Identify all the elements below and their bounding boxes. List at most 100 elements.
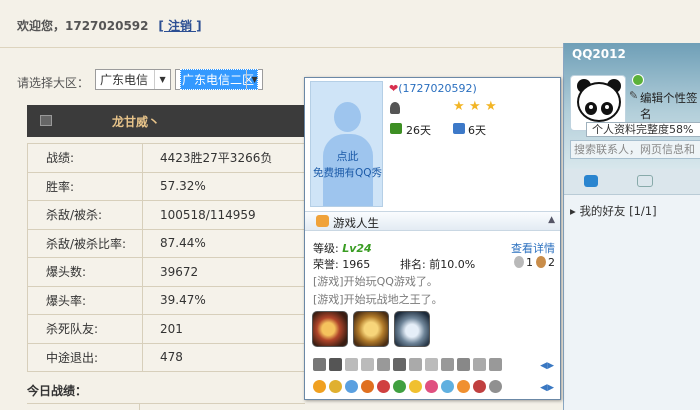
- app-badge-icon[interactable]: [425, 380, 438, 393]
- expand-arrow-icon: ▸: [570, 204, 576, 218]
- qq-show-text-1: 点此: [336, 150, 359, 163]
- app-badge-icon[interactable]: [489, 380, 502, 393]
- rank-row: 排名: 前10.0%: [400, 256, 475, 272]
- stat-value: 478: [142, 342, 305, 372]
- honor-value: 1965: [342, 258, 371, 271]
- level-row: 等级: Lv24: [313, 240, 372, 256]
- active-days-2: 6天: [468, 124, 486, 137]
- app-badge-icon[interactable]: [313, 380, 326, 393]
- collapse-icon[interactable]: ▲: [548, 215, 555, 225]
- logout-link[interactable]: [ 注销 ]: [158, 19, 201, 33]
- nav-arrows-icon[interactable]: ◀▶: [540, 361, 554, 371]
- penguin-icon[interactable]: [329, 358, 342, 371]
- stat-label: 杀敌/被杀比率:: [27, 228, 143, 258]
- app-badge-icon[interactable]: [409, 380, 422, 393]
- rank-value: 前10.0%: [429, 258, 476, 271]
- stat-label: 爆头率:: [27, 285, 143, 315]
- active-days-1: 26天: [406, 124, 431, 137]
- region-selector: 请选择大区： 广东电信 ▼ 广东电信二区 ▼: [17, 68, 264, 90]
- app-badge-icon[interactable]: [457, 380, 470, 393]
- diamond-icon[interactable]: [361, 358, 374, 371]
- app-badge-icon[interactable]: [377, 380, 390, 393]
- player-icon: [40, 115, 52, 126]
- stat-value: 100518/114959: [142, 200, 305, 230]
- game-life-title: 游戏人生: [333, 216, 379, 230]
- stat-label: 中途退出:: [27, 342, 143, 372]
- app-badge-icon[interactable]: [361, 380, 374, 393]
- app-badge-icon[interactable]: [345, 380, 358, 393]
- game-thumbnail-icon[interactable]: [394, 311, 430, 347]
- region-label: 请选择大区：: [17, 75, 90, 90]
- stat-label: 爆头数:: [27, 257, 143, 287]
- chevron-down-icon[interactable]: ▼: [246, 69, 262, 89]
- game-life-header[interactable]: 游戏人生 ▲: [305, 211, 560, 231]
- app-badge-icon[interactable]: [393, 380, 406, 393]
- diamond-icon[interactable]: [377, 358, 390, 371]
- silver-medal-icon: [514, 256, 524, 268]
- heart-icon: ❤: [389, 82, 399, 95]
- game-thumbnail-icon[interactable]: [312, 311, 348, 347]
- diamond-icon[interactable]: [345, 358, 358, 371]
- diamond-icon[interactable]: [441, 358, 454, 371]
- tab-contacts[interactable]: [584, 175, 598, 187]
- game-thumbnail-icon[interactable]: [353, 311, 389, 347]
- divider: [27, 403, 305, 404]
- diamond-icon[interactable]: [457, 358, 470, 371]
- today-stats-label: 今日战绩：: [27, 384, 88, 398]
- stats-table: 战绩: 4423胜27平3266负 胜率: 57.32% 杀敌/被杀: 100518/11…: [27, 143, 305, 372]
- app-badge-icon[interactable]: [441, 380, 454, 393]
- qq-show-text-2: 免费拥有QQ秀: [312, 167, 383, 179]
- medal-2-count: 2: [548, 256, 555, 269]
- phone-icon[interactable]: [313, 358, 326, 371]
- table-row: 胜率: 57.32%: [27, 171, 305, 201]
- honor-label: 荣誉:: [313, 258, 339, 271]
- tab-groups[interactable]: [637, 175, 653, 187]
- page-header: 欢迎您，1727020592 [ 注销 ]: [0, 0, 565, 48]
- table-row: 杀敌/被杀: 100518/114959: [27, 200, 305, 230]
- medal-1-count: 1: [526, 256, 533, 269]
- table-row: 爆头率: 39.47%: [27, 285, 305, 315]
- stat-value: 57.32%: [142, 171, 305, 201]
- welcome-text: 欢迎您，1727020592: [17, 19, 149, 33]
- qq-show-photo[interactable]: 点此 免费拥有QQ秀: [310, 81, 383, 207]
- stat-value: 39.47%: [142, 285, 305, 315]
- grid-icon[interactable]: [393, 358, 406, 371]
- bronze-medal-icon: [536, 256, 546, 268]
- level-value: Lv24: [342, 242, 372, 255]
- friend-group[interactable]: ▸ 我的好友 [1/1]: [570, 203, 657, 219]
- contact-search-input[interactable]: 搜索联系人，网页信息和: [570, 140, 700, 159]
- mood-signature[interactable]: 编辑个性签名: [640, 90, 700, 122]
- app-badge-icon[interactable]: [329, 380, 342, 393]
- profile-popup: 点此 免费拥有QQ秀 ❤(1727020592) ★ ★ ★ 26天 6天 游戏…: [304, 77, 561, 400]
- diamond-icon[interactable]: [425, 358, 438, 371]
- badge-toolbar-1: [313, 358, 549, 374]
- gender-icon: [390, 102, 400, 114]
- diamond-icon[interactable]: [473, 358, 486, 371]
- region-select-1[interactable]: 广东电信 ▼: [95, 68, 172, 90]
- divider: [139, 403, 140, 410]
- diamond-icon[interactable]: [409, 358, 422, 371]
- qq-header: QQ2012 ✎ 编辑个性签名 个人资料完整度58% 搜索联系人，网页信息和: [564, 43, 700, 169]
- region-select-2[interactable]: 广东电信二区 ▼: [175, 68, 264, 90]
- stat-label: 杀死队友:: [27, 314, 143, 344]
- nav-arrows-icon[interactable]: ◀▶: [540, 383, 554, 393]
- qq-tabs: [564, 169, 700, 195]
- player-name: 龙甘威丶: [112, 115, 161, 129]
- chevron-down-icon[interactable]: ▼: [154, 69, 170, 89]
- app-badge-icon[interactable]: [473, 380, 486, 393]
- panda-eye-icon: [585, 102, 597, 115]
- player-title-bar: 龙甘威丶: [27, 105, 305, 137]
- panda-face-icon: [577, 82, 621, 122]
- online-status-icon[interactable]: [632, 74, 644, 86]
- diamond-icon[interactable]: [489, 358, 502, 371]
- stat-label: 杀敌/被杀:: [27, 200, 143, 230]
- rank-label: 排名:: [400, 258, 426, 271]
- qq-number-text: (1727020592): [398, 82, 477, 95]
- friend-group-count: [1/1]: [629, 204, 657, 218]
- activity-log-item: [游戏]开始玩战地之王了。: [313, 293, 443, 306]
- view-details-link[interactable]: 查看详情: [511, 240, 555, 256]
- chat-icon: [453, 123, 465, 134]
- stat-label: 胜率:: [27, 171, 143, 201]
- edit-icon[interactable]: ✎: [629, 89, 638, 102]
- level-label: 等级:: [313, 242, 339, 255]
